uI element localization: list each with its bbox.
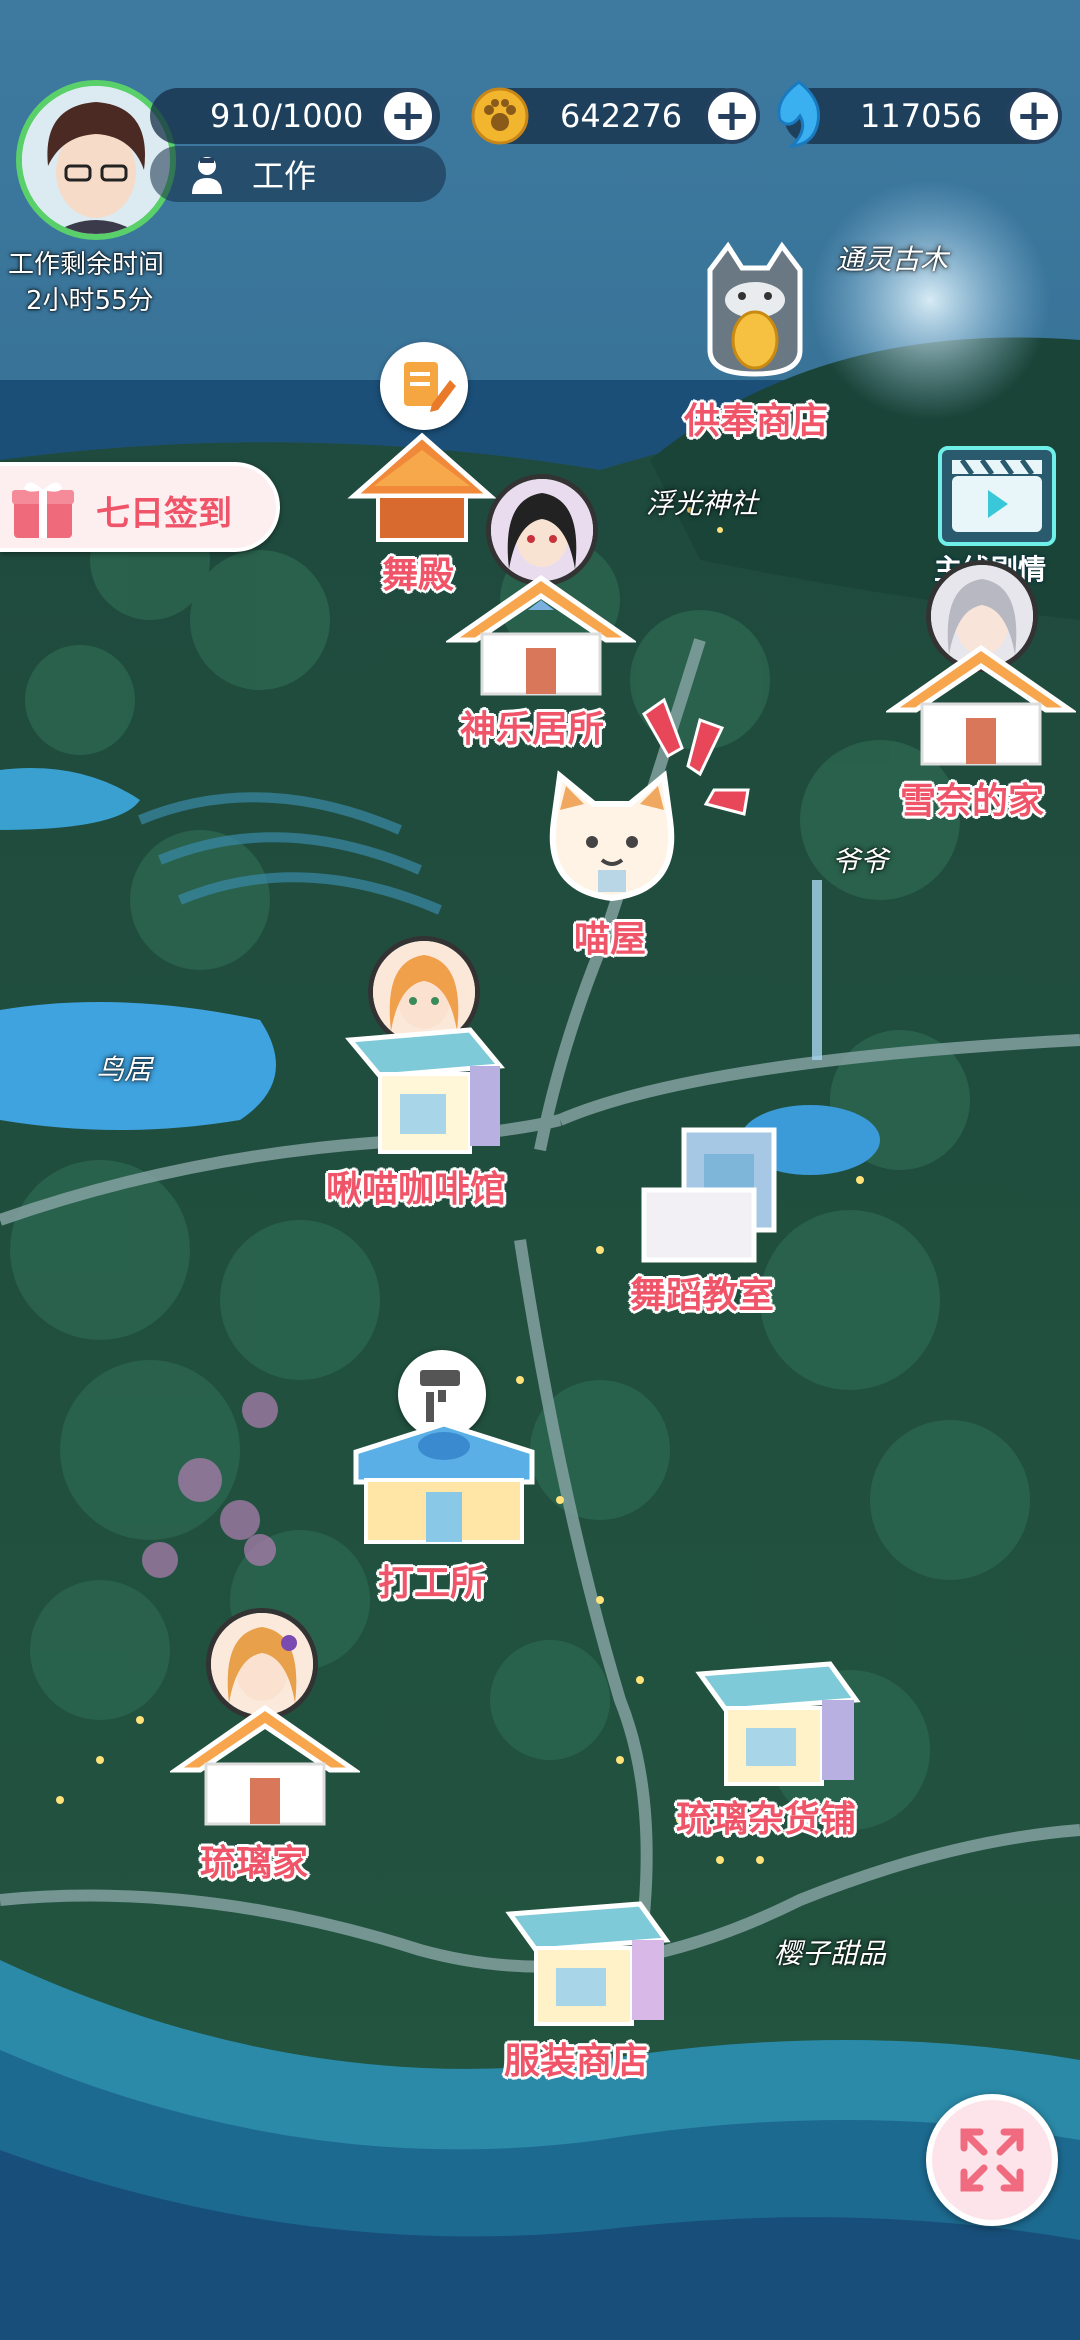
gem-icon (774, 80, 824, 148)
ruri-store-building[interactable] (690, 1650, 866, 1790)
paw-coin-value: 642276 (560, 97, 683, 135)
kagura-house-building[interactable] (444, 570, 638, 700)
gem-value: 117056 (860, 97, 983, 135)
work-status[interactable]: 工作 (150, 146, 446, 202)
ruri-home-building[interactable] (168, 1700, 362, 1830)
checkin-label: 七日签到 (96, 494, 232, 534)
cat-house-building[interactable] (540, 770, 684, 906)
dance-hall-label[interactable]: 舞殿 (382, 546, 454, 598)
part-time-office-building[interactable] (346, 1412, 542, 1550)
energy-value: 910/1000 (210, 97, 364, 135)
work-time-value: 2小时55分 (26, 286, 154, 316)
cafe-building[interactable] (340, 1010, 510, 1160)
work-status-label: 工作 (252, 157, 317, 195)
ruri-store-label[interactable]: 琉璃杂货铺 (676, 1790, 856, 1842)
offering-shop-building[interactable] (700, 240, 810, 380)
paw-coin-icon (470, 86, 530, 146)
yukina-home-label[interactable]: 雪奈的家 (900, 772, 1044, 824)
worker-icon (188, 154, 226, 194)
clapperboard-icon (938, 446, 1056, 546)
ruri-home-label[interactable]: 琉璃家 (200, 1834, 308, 1886)
work-time-label: 工作剩余时间 (8, 250, 165, 280)
ancient-tree-label[interactable]: 通灵古木 (836, 238, 948, 278)
cat-house-label[interactable]: 喵屋 (574, 910, 646, 962)
dance-studio-label[interactable]: 舞蹈教室 (630, 1266, 774, 1318)
shrine-label[interactable]: 浮光神社 (646, 482, 758, 522)
add-energy-button[interactable]: + (380, 88, 436, 144)
edit-icon[interactable] (380, 342, 468, 430)
clothing-store-label[interactable]: 服装商店 (504, 2032, 648, 2084)
gift-icon (10, 476, 76, 542)
seven-day-checkin-button[interactable]: 七日签到 (0, 462, 280, 552)
sakura-sweets-label[interactable]: 樱子甜品 (774, 1932, 886, 1972)
cafe-label[interactable]: 啾喵咖啡馆 (326, 1160, 506, 1212)
dance-hall-building[interactable] (344, 426, 500, 546)
offering-shop-label[interactable]: 供奉商店 (684, 392, 828, 444)
clothing-store-building[interactable] (500, 1890, 676, 2030)
torii-label[interactable]: 鸟居 (96, 1048, 152, 1088)
fullscreen-button[interactable] (926, 2094, 1058, 2226)
kagura-house-label[interactable]: 神乐居所 (460, 700, 604, 752)
expand-icon (960, 2128, 1024, 2192)
part-time-office-label[interactable]: 打工所 (378, 1554, 486, 1606)
dance-studio-building[interactable] (634, 1120, 784, 1266)
grandpa-label[interactable]: 爷爷 (832, 840, 888, 880)
add-gem-button[interactable]: + (1006, 88, 1062, 144)
add-paw-coin-button[interactable]: + (704, 88, 760, 144)
yukina-home-building[interactable] (884, 640, 1078, 770)
